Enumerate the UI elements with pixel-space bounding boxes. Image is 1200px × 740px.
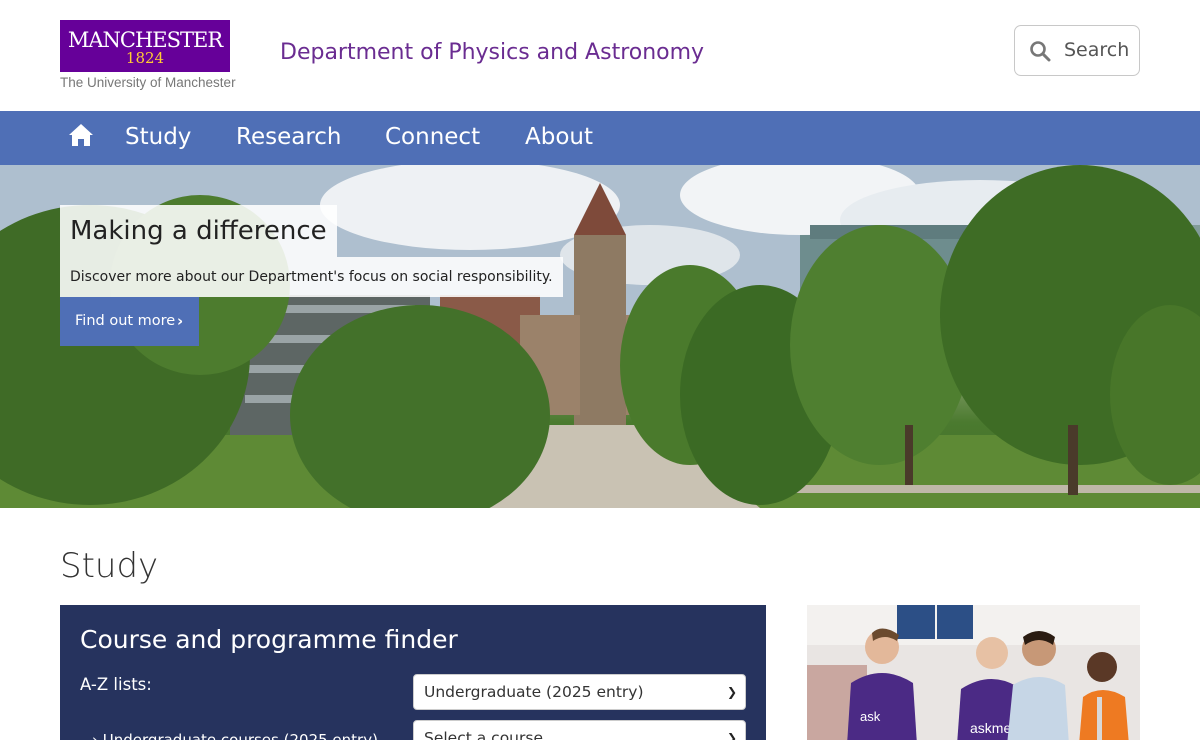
students-photo: ask askme bbox=[807, 605, 1140, 740]
course-list-select-value: Undergraduate (2025 entry) bbox=[424, 683, 644, 701]
undergraduate-courses-link-label: Undergraduate courses (2025 entry) bbox=[102, 731, 378, 740]
logo-subtitle: The University of Manchester bbox=[60, 75, 236, 90]
nav-item-about[interactable]: About bbox=[525, 124, 593, 150]
nav-item-connect[interactable]: Connect bbox=[385, 124, 480, 150]
nav-item-research[interactable]: Research bbox=[236, 124, 342, 150]
logo-badge: MANCHESTER 1824 bbox=[60, 20, 230, 72]
search-icon bbox=[1030, 41, 1051, 62]
hero-title: Making a difference bbox=[70, 216, 327, 246]
course-finder-title: Course and programme finder bbox=[80, 625, 458, 654]
students-photo-image: ask askme bbox=[807, 605, 1140, 740]
chevron-down-icon: ❯ bbox=[726, 731, 737, 740]
chevron-down-icon: ❯ bbox=[726, 685, 737, 699]
az-lists-label: A-Z lists: bbox=[80, 675, 152, 694]
find-out-more-label: Find out more bbox=[75, 313, 176, 329]
svg-text:askme: askme bbox=[970, 720, 1011, 736]
search-button[interactable]: Search bbox=[1014, 25, 1140, 76]
course-select[interactable]: Select a course ❯ bbox=[413, 720, 746, 740]
main-navigation: Study Research Connect About bbox=[0, 111, 1200, 165]
search-label: Search bbox=[1064, 39, 1130, 61]
logo-year: 1824 bbox=[125, 49, 165, 67]
hero-banner: Making a difference Discover more about … bbox=[0, 165, 1200, 508]
hero-description-panel: Discover more about our Department's foc… bbox=[60, 257, 563, 297]
study-heading: Study bbox=[60, 546, 159, 586]
university-logo[interactable]: MANCHESTER 1824 The University of Manche… bbox=[60, 20, 236, 92]
course-finder-panel: Course and programme finder A-Z lists: U… bbox=[60, 605, 766, 740]
home-icon[interactable] bbox=[68, 123, 94, 147]
site-header: MANCHESTER 1824 The University of Manche… bbox=[0, 0, 1200, 111]
hero-description: Discover more about our Department's foc… bbox=[70, 269, 553, 285]
hero-title-panel: Making a difference bbox=[60, 205, 337, 257]
course-list-select[interactable]: Undergraduate (2025 entry) ❯ bbox=[413, 674, 746, 710]
course-select-value: Select a course bbox=[424, 729, 543, 740]
nav-item-study[interactable]: Study bbox=[125, 124, 191, 150]
svg-text:ask: ask bbox=[860, 709, 881, 724]
find-out-more-button[interactable]: Find out more › bbox=[60, 297, 199, 346]
chevron-right-icon: › bbox=[177, 312, 184, 330]
department-title[interactable]: Department of Physics and Astronomy bbox=[280, 40, 704, 65]
link-bullet-icon: › bbox=[92, 731, 103, 740]
undergraduate-courses-link[interactable]: › Undergraduate courses (2025 entry) bbox=[92, 731, 378, 740]
